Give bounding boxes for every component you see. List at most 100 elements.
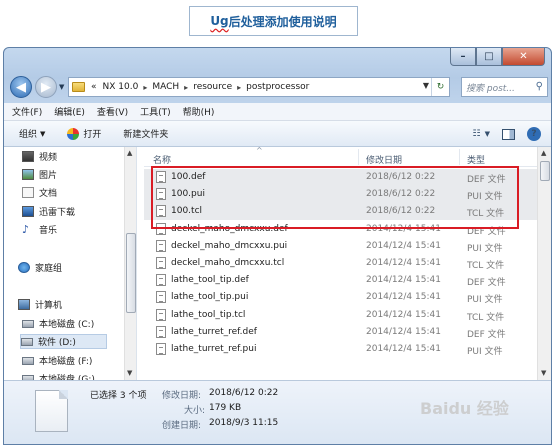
breadcrumb-resource[interactable]: resource [190, 82, 235, 92]
file-name: lathe_tool_tip.tcl [171, 309, 246, 320]
menu-help[interactable]: 帮助(H) [183, 105, 215, 118]
nav-scroll-thumb[interactable] [126, 233, 136, 313]
back-button[interactable]: ◀ [10, 76, 32, 98]
close-button[interactable]: ✕ [502, 48, 545, 66]
file-name: lathe_turret_ref.pui [171, 344, 257, 354]
nav-item-drive-g[interactable]: 本地磁盘 (G:) [22, 372, 95, 380]
file-row[interactable]: lathe_turret_ref.def 2014/12/4 15:41 DEF 文… [144, 324, 537, 341]
forward-button[interactable]: ▶ [35, 76, 57, 98]
nav-item-music[interactable]: ♪ 音乐 [22, 223, 57, 236]
search-input[interactable]: 搜索 post... ⚲ [461, 77, 548, 97]
menu-edit[interactable]: 编辑(E) [54, 105, 85, 118]
file-date: 2014/12/4 15:41 [366, 326, 441, 337]
open-button[interactable]: 打开 [67, 127, 101, 140]
file-row[interactable]: lathe_tool_tip.def 2014/12/4 15:41 DEF 文件 [144, 272, 537, 289]
modified-value: 2018/6/12 0:22 [209, 388, 279, 398]
nav-item-documents[interactable]: 文档 [22, 186, 57, 199]
column-divider[interactable] [459, 149, 460, 165]
file-date: 2018/6/12 0:22 [366, 206, 436, 217]
list-scrollbar[interactable]: ▲ ▼ [537, 147, 551, 380]
file-icon [156, 239, 166, 252]
nav-item-computer[interactable]: 计算机 [18, 298, 62, 311]
column-name[interactable]: 名称 [153, 153, 171, 166]
address-dropdown-icon[interactable]: ▼ [423, 81, 429, 90]
view-mode-icon[interactable]: ☷ [473, 129, 481, 139]
scroll-up-icon[interactable]: ▲ [541, 149, 546, 157]
recent-pages-dropdown[interactable]: ▼ [59, 83, 64, 91]
scroll-up-icon[interactable]: ▲ [127, 149, 132, 157]
file-row[interactable]: lathe_tool_tip.pui 2014/12/4 15:41 PUI 文件 [144, 289, 537, 306]
maximize-button[interactable]: □ [476, 48, 502, 66]
search-icon[interactable]: ⚲ [536, 81, 543, 92]
open-with-icon [67, 127, 80, 140]
nav-item-label: 家庭组 [35, 264, 63, 274]
selection-count: 已选择 3 个项 [90, 391, 147, 401]
file-row[interactable]: lathe_tool_tip.tcl 2014/12/4 15:41 TCL 文件 [144, 307, 537, 324]
size-label: 大小: [184, 406, 206, 416]
view-mode-dropdown[interactable]: ▼ [485, 130, 490, 138]
nav-item-pictures[interactable]: 图片 [22, 168, 57, 181]
preview-pane-icon[interactable] [502, 128, 515, 140]
address-bar[interactable]: « NX 10.0 ▸ MACH ▸ resource ▸ postproces… [68, 77, 450, 97]
refresh-button[interactable]: ↻ [431, 78, 449, 96]
file-type: DEF 文件 [467, 278, 506, 289]
scroll-down-icon[interactable]: ▼ [127, 369, 132, 377]
file-icon [156, 325, 166, 338]
nav-scrollbar[interactable]: ▲ ▼ [124, 147, 136, 380]
computer-icon [18, 299, 30, 310]
file-row[interactable]: 100.def 2018/6/12 0:22 DEF 文件 [144, 169, 537, 186]
organize-label: 组织 [19, 130, 38, 140]
menu-file[interactable]: 文件(F) [12, 105, 42, 118]
column-divider[interactable] [358, 149, 359, 165]
file-row[interactable]: lathe_turret_ref.pui 2014/12/4 15:41 PUI 文… [144, 341, 537, 358]
nav-item-drive-d[interactable]: 软件 (D:) [20, 334, 107, 349]
breadcrumb-overflow[interactable]: « [88, 82, 100, 92]
navigation-row: ◀ ▶ ▼ « NX 10.0 ▸ MACH ▸ resource ▸ post… [4, 74, 551, 100]
file-row[interactable]: deckel_maho_dmcxxu.tcl 2014/12/4 15:41 TCL… [144, 255, 537, 272]
help-icon[interactable]: ? [527, 127, 541, 141]
nav-item-label: 计算机 [35, 301, 63, 311]
nav-item-homegroup[interactable]: 家庭组 [18, 261, 62, 274]
menu-tools[interactable]: 工具(T) [140, 105, 171, 118]
file-type: PUI 文件 [467, 192, 503, 203]
nav-item-thunder[interactable]: 迅雷下载 [22, 205, 75, 218]
breadcrumb-nx[interactable]: NX 10.0 [100, 82, 142, 92]
file-type: TCL 文件 [467, 312, 505, 323]
modified-label: 修改日期: [162, 391, 202, 401]
nav-item-label: 文档 [39, 189, 58, 199]
file-row[interactable]: deckel_maho_dmcxxu.pui 2014/12/4 15:41 PUI… [144, 238, 537, 255]
breadcrumb-postprocessor[interactable]: postprocessor [243, 82, 312, 92]
minimize-button[interactable]: – [450, 48, 476, 66]
nav-item-label: 图片 [39, 171, 58, 181]
new-folder-button[interactable]: 新建文件夹 [123, 127, 168, 140]
nav-item-drive-c[interactable]: 本地磁盘 (C:) [22, 317, 94, 330]
file-type: PUI 文件 [467, 347, 503, 357]
menu-view[interactable]: 查看(V) [97, 105, 128, 118]
breadcrumb-separator-icon[interactable]: ▸ [141, 83, 149, 92]
column-type[interactable]: 类型 [467, 153, 485, 166]
file-row[interactable]: 100.tcl 2018/6/12 0:22 TCL 文件 [144, 203, 537, 221]
file-row[interactable]: 100.pui 2018/6/12 0:22 PUI 文件 [144, 186, 537, 204]
pictures-icon [22, 169, 34, 180]
list-scroll-thumb[interactable] [540, 161, 550, 181]
organize-button[interactable]: 组织 ▼ [19, 127, 45, 141]
breadcrumb-separator-icon[interactable]: ▸ [235, 83, 243, 92]
search-placeholder: 搜索 post... [466, 83, 515, 94]
file-name: deckel_maho_dmcxxu.pui [171, 240, 288, 251]
file-type: TCL 文件 [467, 209, 505, 220]
nav-item-videos[interactable]: 视频 [22, 150, 57, 163]
column-date[interactable]: 修改日期 [366, 153, 402, 166]
forward-arrow-icon: ▶ [41, 79, 51, 95]
nav-item-label: 本地磁盘 (F:) [39, 357, 93, 367]
scroll-down-icon[interactable]: ▼ [541, 369, 546, 377]
file-type: DEF 文件 [467, 226, 506, 237]
file-list: ^ 名称 修改日期 类型 100.def 2018/6/12 0:22 DEF 文件… [144, 147, 537, 380]
view-controls: ☷ ▼ ? [461, 127, 541, 141]
file-row[interactable]: deckel_maho_dmcxxu.def 2014/12/4 15:41 DEF… [144, 221, 537, 238]
file-icon [156, 291, 166, 304]
breadcrumb-mach[interactable]: MACH [149, 82, 182, 92]
nav-item-drive-f[interactable]: 本地磁盘 (F:) [22, 354, 92, 367]
back-arrow-icon: ◀ [16, 79, 26, 95]
breadcrumb-separator-icon[interactable]: ▸ [182, 83, 190, 92]
page-heading: Ug 后处理添加使用说明 [189, 6, 358, 36]
